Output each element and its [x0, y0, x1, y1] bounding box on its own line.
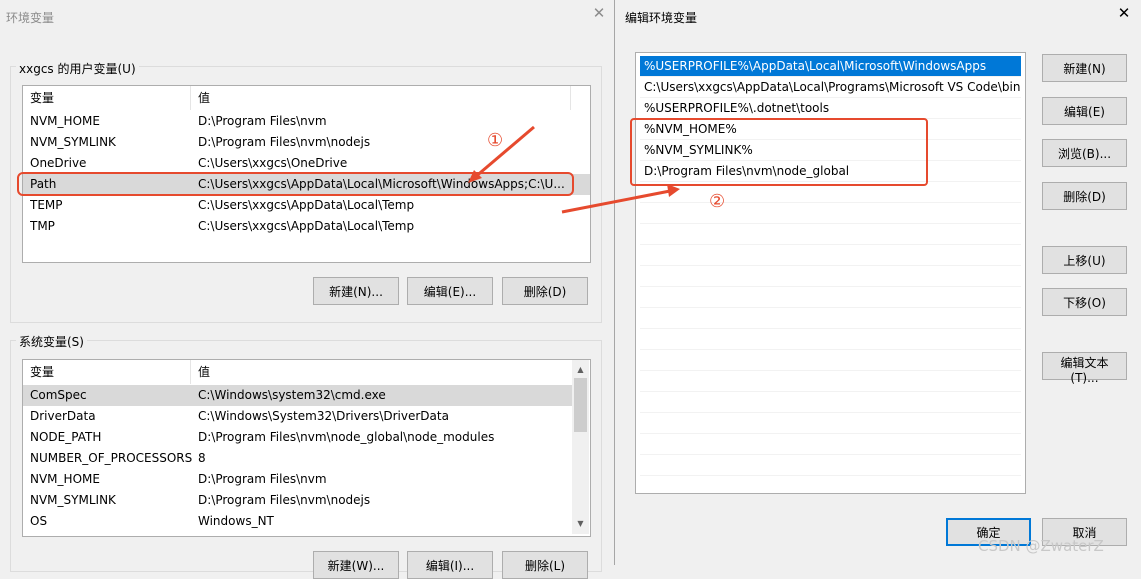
arrow-to-entries — [561, 189, 671, 214]
arrowhead-2 — [667, 184, 680, 197]
annotation-arrows — [468, 125, 680, 214]
watermark: CSDN @ZwaterZ — [978, 537, 1104, 555]
arrow-to-path-row — [473, 125, 535, 180]
